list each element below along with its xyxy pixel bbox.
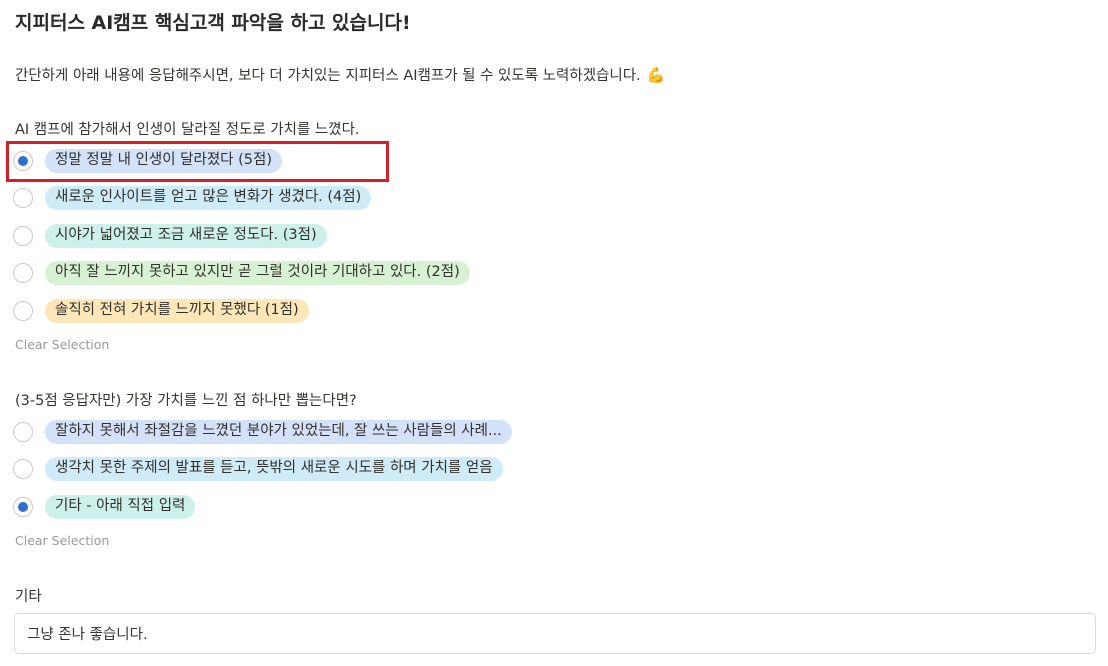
option-label: 잘하지 못해서 좌절감을 느꼈던 분야가 있었는데, 잘 쓰는 사람들의 사례.…	[45, 419, 512, 444]
form-intro-text: 간단하게 아래 내용에 응답해주시면, 보다 더 가치있는 지피터스 AI캠프가…	[15, 68, 641, 84]
q2-option-2[interactable]: 생각치 못한 주제의 발표를 듣고, 뜻밖의 새로운 시도를 하며 가치를 얻음	[13, 451, 512, 489]
form-title: 지피터스 AI캠프 핵심고객 파악을 하고 있습니다!	[15, 12, 411, 34]
q2-clear-selection[interactable]: Clear Selection	[15, 533, 109, 548]
option-label: 새로운 인사이트를 얻고 많은 변화가 생겼다. (4점)	[45, 186, 372, 211]
question-2-label: (3-5점 응답자만) 가장 가치를 느낀 점 하나만 뽑는다면?	[15, 393, 357, 409]
q1-option-3[interactable]: 시야가 넓어졌고 조금 새로운 정도다. (3점)	[13, 217, 470, 255]
survey-form: 지피터스 AI캠프 핵심고객 파악을 하고 있습니다! 간단하게 아래 내용에 …	[0, 0, 1108, 666]
option-label: 아직 잘 느끼지 못하고 있지만 곧 그럴 것이라 기대하고 있다. (2점)	[45, 261, 470, 286]
question-2-options: 잘하지 못해서 좌절감을 느꼈던 분야가 있었는데, 잘 쓰는 사람들의 사례.…	[13, 413, 512, 526]
radio-button[interactable]	[13, 188, 33, 209]
radio-button[interactable]	[13, 225, 33, 246]
option-label: 시야가 넓어졌고 조금 새로운 정도다. (3점)	[45, 223, 327, 248]
form-intro: 간단하게 아래 내용에 응답해주시면, 보다 더 가치있는 지피터스 AI캠프가…	[15, 64, 665, 85]
q1-option-5[interactable]: 정말 정말 내 인생이 달라졌다 (5점)	[13, 142, 470, 180]
q1-option-1[interactable]: 솔직히 전혀 가치를 느끼지 못했다 (1점)	[13, 292, 470, 330]
radio-button[interactable]	[13, 263, 33, 284]
q2-option-1[interactable]: 잘하지 못해서 좌절감을 느꼈던 분야가 있었는데, 잘 쓰는 사람들의 사례.…	[13, 413, 512, 451]
q1-option-4[interactable]: 새로운 인사이트를 얻고 많은 변화가 생겼다. (4점)	[13, 180, 470, 218]
question-1-options: 정말 정말 내 인생이 달라졌다 (5점) 새로운 인사이트를 얻고 많은 변화…	[13, 142, 470, 330]
radio-button[interactable]	[13, 496, 33, 517]
flexed-biceps-emoji: 💪	[646, 66, 666, 84]
other-text-input[interactable]	[14, 613, 1096, 654]
q1-option-2[interactable]: 아직 잘 느끼지 못하고 있지만 곧 그럴 것이라 기대하고 있다. (2점)	[13, 255, 470, 293]
radio-button[interactable]	[13, 459, 33, 480]
radio-button[interactable]	[13, 150, 33, 171]
radio-selected-dot	[18, 501, 28, 512]
other-field-label: 기타	[15, 589, 42, 605]
option-label: 생각치 못한 주제의 발표를 듣고, 뜻밖의 새로운 시도를 하며 가치를 얻음	[45, 457, 503, 482]
radio-button[interactable]	[13, 300, 33, 321]
option-label: 정말 정말 내 인생이 달라졌다 (5점)	[45, 148, 283, 173]
option-label: 솔직히 전혀 가치를 느끼지 못했다 (1점)	[45, 298, 309, 323]
radio-selected-dot	[18, 155, 28, 166]
q2-option-3[interactable]: 기타 - 아래 직접 입력	[13, 488, 512, 526]
radio-button[interactable]	[13, 421, 33, 442]
option-label: 기타 - 아래 직접 입력	[45, 494, 196, 519]
q1-clear-selection[interactable]: Clear Selection	[15, 337, 109, 352]
question-1-label: AI 캠프에 참가해서 인생이 달라질 정도로 가치를 느꼈다.	[15, 122, 360, 138]
